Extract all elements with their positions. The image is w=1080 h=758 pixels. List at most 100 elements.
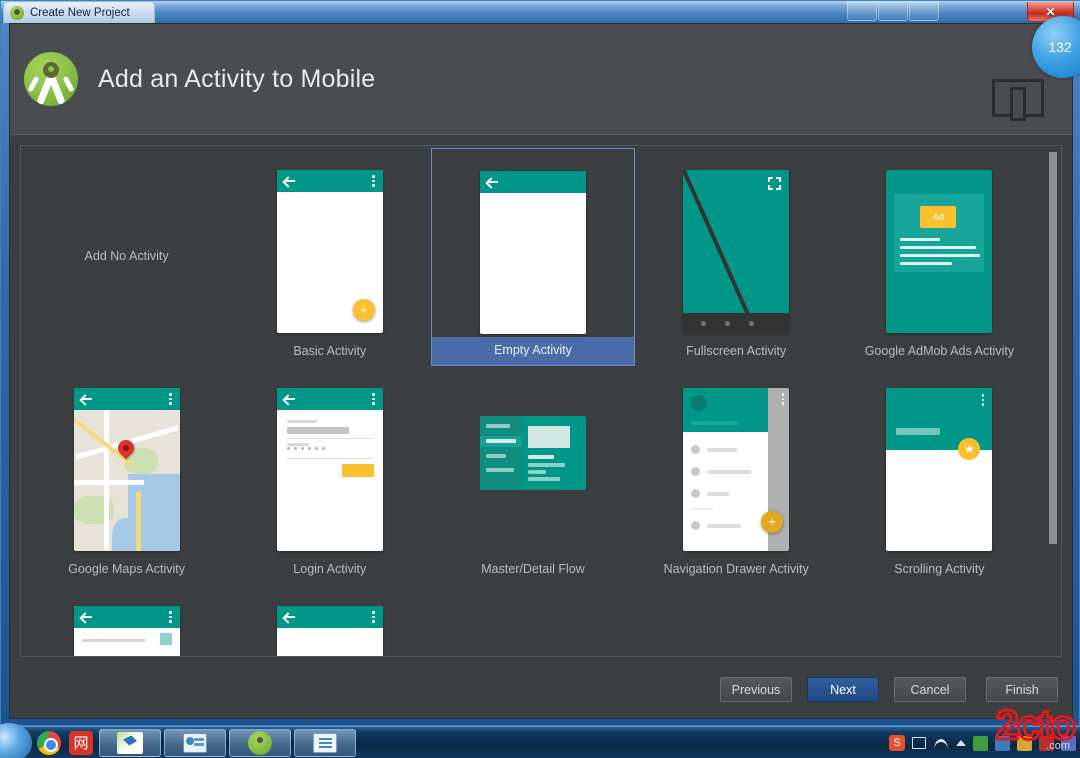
list-icon — [313, 733, 337, 753]
activity-template-label: Google Maps Activity — [25, 556, 228, 584]
phone-mock: ★ — [886, 388, 992, 551]
back-arrow-icon — [81, 394, 92, 404]
phone-mock: + — [683, 388, 789, 551]
activity-template-basic[interactable]: +Basic Activity — [228, 148, 431, 366]
window-title-text: Create New Project — [30, 7, 130, 19]
activity-template-thumbnail: ★ — [886, 388, 992, 551]
activity-template-thumbnail — [277, 388, 383, 551]
activity-template-masterdetail[interactable]: Master/Detail Flow — [431, 366, 634, 584]
phone-mock — [683, 170, 789, 333]
show-desktop-icon[interactable] — [912, 737, 926, 749]
drawer-header — [683, 388, 768, 432]
tray-antivirus-icon[interactable] — [973, 736, 988, 751]
next-button-label: Next — [830, 683, 856, 697]
sign-in-button-mock — [342, 464, 374, 477]
phone-mock — [74, 388, 180, 551]
activity-template-empty[interactable]: Empty Activity — [431, 148, 634, 366]
maximize-button[interactable] — [878, 1, 908, 21]
activity-template-scrolling[interactable]: ★Scrolling Activity — [838, 366, 1041, 584]
windows-taskbar: 网 S — [0, 726, 1080, 758]
checkbox-icon — [160, 633, 172, 645]
screen: Create New Project ✕ Add an Activity to … — [0, 0, 1080, 758]
sogou-input-icon[interactable]: S — [889, 735, 905, 751]
activity-template-label: Add No Activity — [25, 243, 228, 271]
taskbar-item-chrome[interactable] — [34, 728, 64, 758]
activity-template-thumbnail — [277, 606, 383, 657]
activity-template-maps[interactable]: Google Maps Activity — [25, 366, 228, 584]
activity-template-gallery: Add No Activity+Basic ActivityEmpty Acti… — [20, 145, 1062, 657]
tablet-mock — [480, 416, 586, 490]
tray-updates-icon[interactable] — [1017, 736, 1032, 751]
tray-network-icon[interactable] — [995, 736, 1010, 751]
back-arrow-icon — [284, 612, 295, 622]
app-bar — [74, 388, 180, 410]
drawer-list — [683, 432, 768, 551]
window-title-tab[interactable]: Create New Project — [3, 1, 155, 23]
gallery-scrollbar[interactable] — [1047, 148, 1059, 654]
activity-template-label: Google AdMob Ads Activity — [838, 338, 1041, 366]
overflow-menu-icon — [169, 393, 172, 407]
android-studio-icon — [10, 6, 24, 20]
add-fab-icon: + — [353, 299, 375, 321]
window-frame: Create New Project ✕ Add an Activity to … — [0, 0, 1080, 726]
activity-template-thumbnail — [480, 388, 586, 551]
activity-template-thumbnail — [683, 170, 789, 333]
minimize-button[interactable] — [847, 1, 877, 21]
activity-template-login[interactable]: Login Activity — [228, 366, 431, 584]
activity-template-thumbnail: + — [683, 388, 789, 551]
control-panel-icon — [183, 733, 207, 753]
back-arrow-icon — [81, 612, 92, 622]
gallery-scrollbar-thumb[interactable] — [1049, 152, 1057, 544]
phone-mock — [277, 606, 383, 657]
back-arrow-icon — [284, 394, 295, 404]
activity-template-admob[interactable]: Ad Google AdMob Ads Activity — [838, 148, 1041, 366]
activity-template-label: Navigation Drawer Activity — [635, 556, 838, 584]
next-button[interactable]: Next — [807, 677, 879, 702]
activity-template-label: Empty Activity — [432, 337, 633, 365]
taskbar-item-control-panel[interactable] — [164, 729, 226, 757]
activity-template-fullscreen[interactable]: Fullscreen Activity — [635, 148, 838, 366]
activity-template-partial-settings[interactable] — [25, 584, 228, 657]
app-bar — [480, 171, 586, 193]
phone-mock — [480, 171, 586, 334]
cancel-button[interactable]: Cancel — [894, 677, 966, 702]
show-hidden-icons-icon[interactable] — [956, 740, 966, 746]
activity-template-label: Fullscreen Activity — [635, 338, 838, 366]
page-title: Add an Activity to Mobile — [98, 65, 375, 94]
window-titlebar: Create New Project ✕ — [1, 1, 1080, 23]
activity-template-thumbnail — [480, 171, 586, 334]
back-arrow-icon — [284, 176, 295, 186]
finish-button[interactable]: Finish — [986, 677, 1058, 702]
ad-card: Ad — [894, 194, 984, 272]
app-bar — [277, 388, 383, 410]
android-studio-icon — [248, 731, 272, 755]
activity-template-navdrawer[interactable]: + Navigation Drawer Activity — [635, 366, 838, 584]
wifi-disconnected-icon[interactable] — [933, 735, 949, 751]
app-bar — [277, 606, 383, 628]
finish-button-label: Finish — [1005, 683, 1038, 697]
phone-mock: + — [277, 170, 383, 333]
taskbar-item-netease-music[interactable]: 网 — [66, 728, 96, 758]
taskbar-item-android-studio[interactable] — [229, 729, 291, 757]
app-bar — [74, 606, 180, 628]
add-fab-icon: + — [761, 511, 783, 533]
taskbar-item-bird-app[interactable] — [99, 729, 161, 757]
activity-template-none[interactable]: Add No Activity — [25, 148, 228, 366]
app-bar — [277, 170, 383, 192]
android-studio-logo-icon — [24, 52, 78, 106]
back-arrow-icon — [691, 178, 702, 188]
taskbar-item-list-app[interactable] — [294, 729, 356, 757]
restore-button[interactable] — [909, 1, 939, 21]
phone-mock — [74, 606, 180, 657]
activity-template-partial-tabbed[interactable] — [228, 584, 431, 657]
star-fab-icon: ★ — [958, 438, 980, 460]
ad-badge: Ad — [920, 206, 956, 228]
activity-template-thumbnail: + — [277, 170, 383, 333]
password-dots — [287, 447, 325, 450]
avatar — [691, 395, 707, 411]
overflow-menu-icon — [372, 393, 375, 407]
phone-mock — [277, 388, 383, 551]
start-button[interactable] — [0, 723, 32, 758]
activity-template-thumbnail — [74, 606, 180, 657]
previous-button[interactable]: Previous — [720, 677, 792, 702]
